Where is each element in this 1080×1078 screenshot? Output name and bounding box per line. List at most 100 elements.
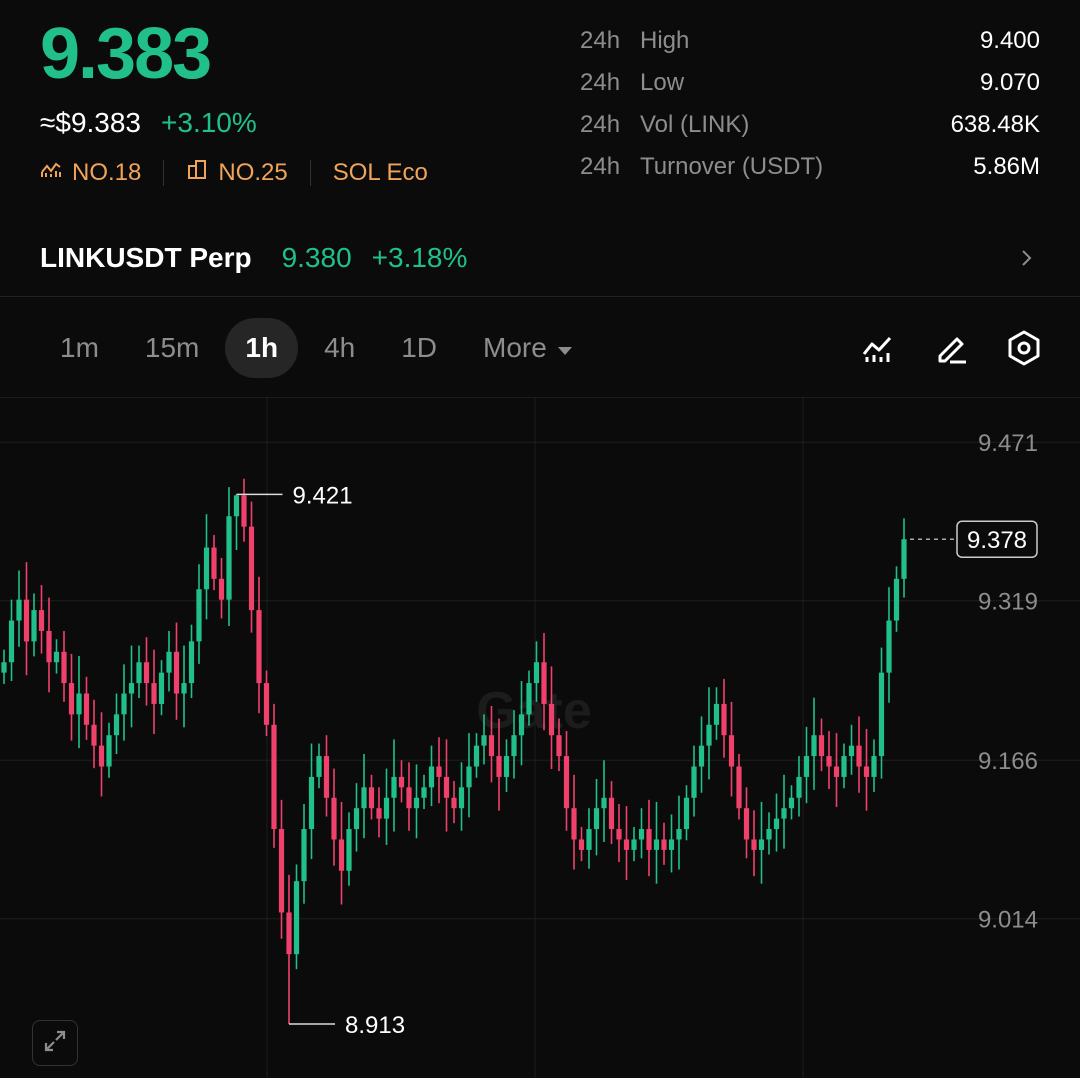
candle-body — [856, 745, 862, 767]
candle-body — [451, 797, 457, 809]
stat-24h-turnover: 24h Turnover (USDT) 5.86M — [580, 152, 1040, 182]
candlestick-chart[interactable]: Gate 9.471 9.319 9.166 9.014 9.421 8.913 9.37… — [0, 398, 1080, 1078]
building-icon — [186, 158, 208, 188]
price-change-percent: +3.10% — [161, 107, 257, 138]
stat-label: Vol (LINK) — [640, 111, 750, 138]
usd-price-row: ≈$9.383 +3.10% — [40, 106, 257, 140]
draw-pencil-icon[interactable] — [932, 328, 972, 368]
tab-15m[interactable]: 15m — [125, 318, 219, 378]
chevron-right-icon — [1012, 244, 1040, 272]
candle-body — [376, 808, 382, 819]
candle-body — [901, 539, 907, 579]
candle-body — [368, 787, 375, 809]
fullscreen-button[interactable] — [32, 1020, 78, 1066]
perp-name: LINKUSDT Perp — [40, 242, 252, 273]
candle-body — [721, 703, 727, 736]
candle-body — [106, 735, 112, 767]
candle-body — [323, 756, 330, 798]
candle-body — [601, 797, 607, 809]
rank-divider — [163, 160, 165, 186]
candle-body — [781, 808, 787, 819]
candle-body — [743, 808, 750, 840]
candle-body — [713, 703, 720, 725]
price-axis-tick: 9.319 — [978, 589, 1038, 616]
stat-value: 638.48K — [950, 111, 1040, 138]
candle-body — [8, 620, 15, 663]
tab-1d[interactable]: 1D — [381, 318, 457, 378]
candle-body — [811, 735, 817, 757]
candle-body — [346, 829, 352, 871]
candle-body — [526, 683, 532, 715]
candle-body — [128, 683, 135, 694]
candle-body — [886, 620, 892, 673]
stat-period: 24h — [580, 111, 621, 138]
stat-period: 24h — [580, 69, 621, 96]
market-cap-rank[interactable]: NO.18 — [40, 158, 141, 188]
candle-body — [76, 693, 82, 715]
candle-body — [271, 724, 277, 830]
candle-body — [31, 610, 37, 642]
candle-body — [23, 599, 30, 642]
tab-1m[interactable]: 1m — [40, 318, 119, 378]
candle-body — [751, 839, 757, 850]
candle-body — [676, 829, 682, 840]
tab-1h[interactable]: 1h — [225, 318, 299, 378]
caret-down-icon — [557, 318, 573, 378]
candle-body — [638, 829, 645, 840]
candle-body — [481, 735, 487, 746]
candle-body — [353, 808, 360, 830]
candle-body — [256, 610, 262, 684]
candle-body — [698, 745, 705, 767]
candle-body — [248, 526, 255, 611]
candle-body — [818, 735, 825, 757]
candle-body — [893, 578, 900, 621]
candle-body — [458, 787, 465, 809]
more-timeframes-button[interactable]: More — [463, 318, 593, 378]
candle-body — [548, 703, 555, 736]
candle-body — [608, 797, 615, 830]
candle-body — [571, 808, 577, 840]
candle-body — [203, 547, 210, 590]
candle-body — [766, 829, 772, 840]
watermark-text: Gate — [476, 682, 592, 740]
candle-body — [301, 829, 307, 882]
candle-body — [98, 745, 105, 767]
ecosystem-tag[interactable]: SOL Eco — [333, 158, 428, 188]
candle-body — [391, 776, 397, 798]
perp-change-percent: +3.18% — [371, 242, 468, 273]
chart-settings-icon[interactable] — [1004, 328, 1044, 368]
market-cap-rank-icon — [40, 158, 62, 188]
candle-body — [218, 578, 225, 600]
candle-body — [796, 776, 802, 798]
candle-body — [226, 516, 232, 600]
candle-body — [1, 662, 7, 673]
price-axis-tick: 9.471 — [978, 430, 1038, 457]
perp-contract-row[interactable]: LINKUSDT Perp 9.380 +3.18% — [40, 240, 1040, 276]
stat-label: Turnover (USDT) — [640, 153, 824, 180]
candle-body — [631, 839, 637, 850]
candle-body — [653, 839, 660, 850]
price-axis-tick: 9.014 — [978, 907, 1038, 934]
candle-body — [166, 651, 172, 673]
tab-4h[interactable]: 4h — [304, 318, 375, 378]
candle-body — [683, 797, 690, 830]
candle-body — [83, 693, 90, 725]
perp-price: 9.380 — [281, 242, 352, 273]
candle-body — [211, 547, 217, 579]
indicators-icon[interactable] — [858, 328, 898, 368]
price-axis-tick: 9.166 — [978, 748, 1038, 775]
candle-body — [91, 724, 97, 746]
expand-icon — [42, 1028, 68, 1059]
candle-body — [151, 683, 157, 704]
stat-value: 9.400 — [979, 27, 1040, 54]
sector-rank[interactable]: NO.25 — [186, 158, 288, 188]
max-price-label: 9.421 — [293, 482, 353, 509]
candle-body — [361, 787, 367, 809]
candle-body — [443, 776, 450, 798]
candle-body — [428, 766, 435, 788]
candle-body — [533, 662, 540, 684]
candle-body — [736, 766, 742, 809]
stat-value: 5.86M — [973, 153, 1040, 180]
stat-period: 24h — [580, 27, 621, 54]
candles — [1, 478, 907, 1025]
